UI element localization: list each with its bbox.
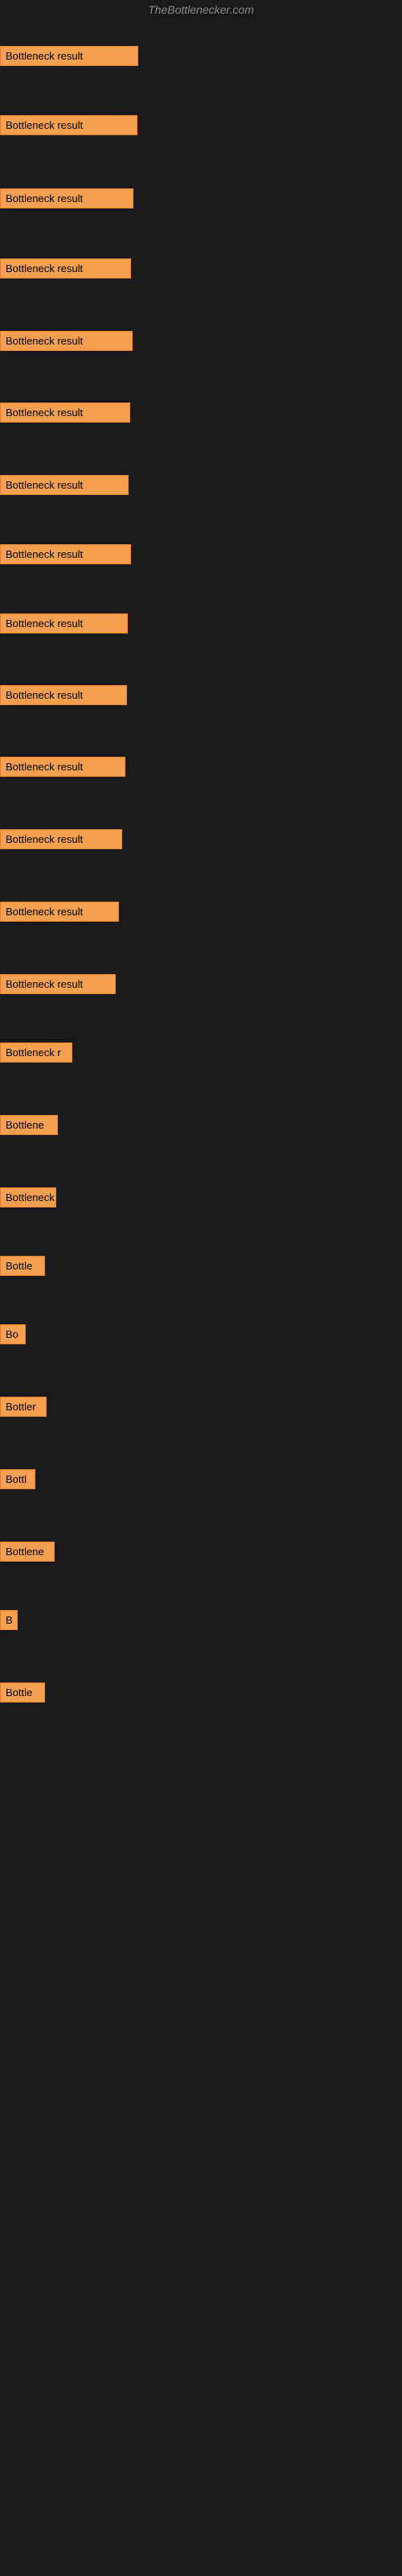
- bottleneck-result-2: Bottleneck result: [0, 115, 137, 135]
- bottleneck-result-12: Bottleneck result: [0, 829, 122, 849]
- bottleneck-result-8: Bottleneck result: [0, 544, 131, 564]
- bottleneck-result-14: Bottleneck result: [0, 974, 116, 994]
- bottleneck-result-15: Bottleneck r: [0, 1042, 72, 1063]
- bottleneck-result-3: Bottleneck result: [0, 188, 133, 208]
- bottleneck-result-23: B: [0, 1610, 18, 1630]
- bottleneck-result-20: Bottler: [0, 1397, 47, 1417]
- site-title: TheBottlenecker.com: [0, 0, 402, 19]
- bottleneck-result-6: Bottleneck result: [0, 402, 130, 423]
- bottleneck-result-16: Bottlene: [0, 1115, 58, 1135]
- bottleneck-result-19: Bo: [0, 1324, 26, 1344]
- bottleneck-result-13: Bottleneck result: [0, 902, 119, 922]
- bottleneck-result-10: Bottleneck result: [0, 685, 127, 705]
- bottleneck-result-7: Bottleneck result: [0, 475, 129, 495]
- bottleneck-result-21: Bottl: [0, 1469, 35, 1489]
- bottleneck-result-22: Bottlene: [0, 1542, 55, 1562]
- bottleneck-result-18: Bottle: [0, 1256, 45, 1276]
- bottleneck-result-9: Bottleneck result: [0, 613, 128, 634]
- bottleneck-result-17: Bottleneck: [0, 1187, 56, 1208]
- bottleneck-result-4: Bottleneck result: [0, 258, 131, 279]
- bottleneck-result-1: Bottleneck result: [0, 46, 138, 66]
- bottleneck-result-5: Bottleneck result: [0, 331, 133, 351]
- bottleneck-result-24: Bottle: [0, 1682, 45, 1703]
- bottleneck-result-11: Bottleneck result: [0, 757, 125, 777]
